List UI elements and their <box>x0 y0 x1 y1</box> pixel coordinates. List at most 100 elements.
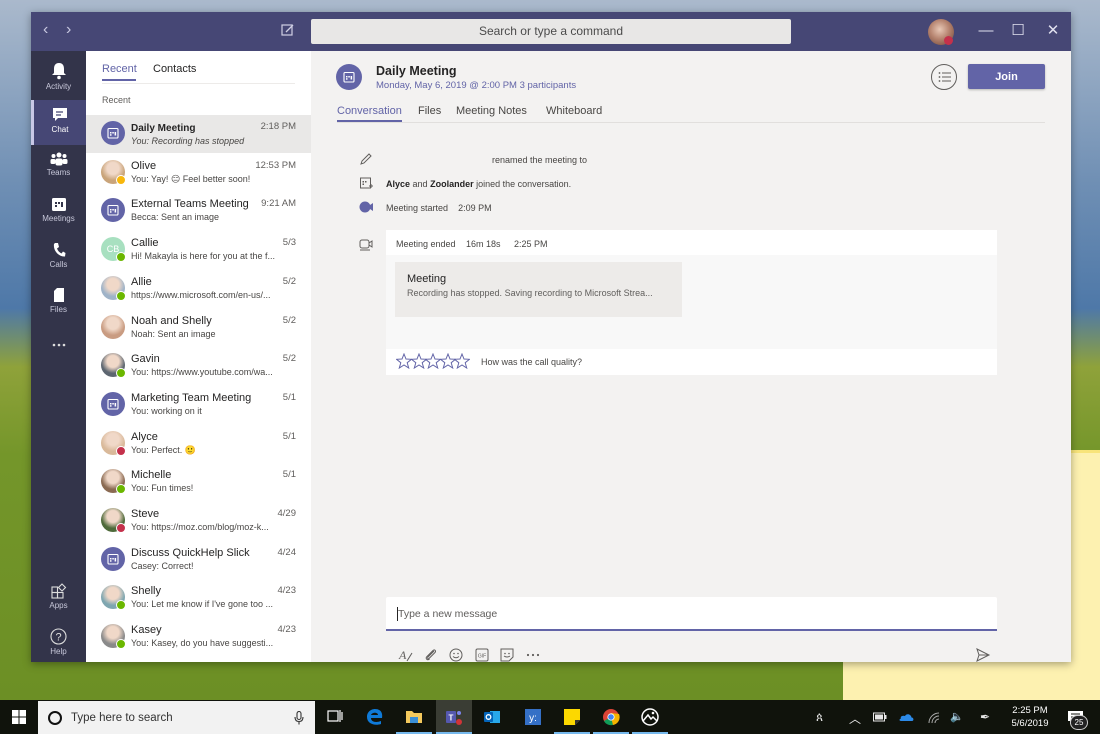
chat-list-item[interactable]: Kasey 4/23 You: Kasey, do you have suggest… <box>86 618 311 656</box>
taskbar-yammer[interactable]: y: <box>515 700 551 734</box>
sticker-icon[interactable] <box>499 647 515 662</box>
event-renamed: renamed the meeting to <box>492 155 588 165</box>
chat-list-item[interactable]: Noah and Shelly 5/2 Noah: Sent an image <box>86 309 311 347</box>
chat-list-item[interactable]: Steve 4/29 You: https://moz.com/blog/moz-k… <box>86 502 311 540</box>
more-options-icon[interactable] <box>525 647 541 662</box>
chat-preview: Casey: Correct! <box>131 560 194 571</box>
taskbar-chrome[interactable] <box>593 700 629 734</box>
ended-time: 2:25 PM <box>514 239 548 249</box>
joined-text: joined the conversation. <box>476 179 572 189</box>
participant-name[interactable]: Zoolander <box>430 179 474 189</box>
presence-busy-indicator <box>116 523 126 533</box>
emoji-icon[interactable] <box>448 647 464 662</box>
tab-conversation[interactable]: Conversation <box>337 105 402 117</box>
tab-recent[interactable]: Recent <box>102 63 137 75</box>
recording-status: Recording has stopped. Saving recording … <box>407 288 653 298</box>
taskbar-sticky-notes[interactable] <box>554 700 590 734</box>
taskbar-search-box[interactable]: Type here to search <box>38 701 315 734</box>
chat-list-item[interactable]: Gavin 5/2 You: https://www.youtube.com/wa.… <box>86 347 311 385</box>
taskbar-teams[interactable]: T <box>436 700 472 734</box>
microphone-icon[interactable] <box>294 711 304 725</box>
taskbar-edge[interactable] <box>357 700 393 734</box>
presence-available-indicator <box>116 639 126 650</box>
bell-icon <box>51 63 66 80</box>
format-icon[interactable]: A <box>398 647 414 662</box>
volume-icon[interactable]: 🔈 <box>950 710 964 723</box>
join-button[interactable]: Join <box>968 64 1045 89</box>
chat-list-item[interactable]: CB Callie 5/3 Hi! Makayla is here for you a… <box>86 231 311 269</box>
meeting-details[interactable]: Monday, May 6, 2019 @ 2:00 PM 3 particip… <box>376 80 576 91</box>
chat-list-item[interactable]: Michelle 5/1 You: Fun times! <box>86 463 311 501</box>
taskbar-photos[interactable] <box>632 700 668 734</box>
call-quality-rating: How was the call quality? <box>386 349 997 375</box>
chat-time: 5/2 <box>282 314 296 326</box>
calendar-icon <box>107 398 119 410</box>
chat-list-item[interactable]: External Teams Meeting 9:21 AM Becca: Sent… <box>86 192 311 230</box>
send-icon[interactable] <box>975 647 991 662</box>
tab-whiteboard[interactable]: Whiteboard <box>546 105 602 117</box>
close-button[interactable]: ✕ <box>1043 21 1063 41</box>
wifi-icon[interactable] <box>928 712 940 724</box>
chat-list-item[interactable]: Shelly 4/23 You: Let me know if I've gone … <box>86 579 311 617</box>
appbar-label: Apps <box>49 601 68 610</box>
windows-logo-icon <box>12 710 26 724</box>
appbar-apps[interactable]: Apps <box>31 576 86 621</box>
message-input[interactable]: Type a new message <box>386 597 997 631</box>
appbar-calls[interactable]: Calls <box>31 235 86 280</box>
appbar-teams[interactable]: Teams <box>31 145 86 190</box>
taskbar-outlook[interactable] <box>474 700 510 734</box>
chat-list-item[interactable]: Olive 12:53 PM You: Yay! 😑 Feel better soo… <box>86 154 311 192</box>
chat-name: Kasey <box>131 624 162 637</box>
started-time: 2:09 PM <box>458 203 492 213</box>
command-search-box[interactable]: Search or type a command <box>311 19 791 44</box>
calendar-add-icon <box>360 177 373 189</box>
svg-text:A: A <box>398 648 407 662</box>
appbar-more[interactable] <box>31 325 86 370</box>
appbar-help[interactable]: ? Help <box>31 621 86 662</box>
appbar-chat[interactable]: Chat <box>31 100 86 145</box>
meeting-details-button[interactable] <box>931 64 957 90</box>
calendar-icon <box>107 127 119 139</box>
appbar-meetings[interactable]: Meetings <box>31 190 86 235</box>
svg-text:y:: y: <box>529 713 537 724</box>
pen-workspace-icon[interactable]: ✒ <box>980 710 990 724</box>
gif-icon[interactable]: GIF <box>474 647 490 662</box>
taskbar-clock[interactable]: 2:25 PM 5/6/2019 <box>1000 704 1060 730</box>
chat-list-item[interactable]: Allie 5/2 https://www.microsoft.com/en-us/… <box>86 270 311 308</box>
chat-list-item[interactable]: Marketing Team Meeting 5/1 You: working on… <box>86 386 311 424</box>
recording-card[interactable]: Meeting Recording has stopped. Saving re… <box>395 262 682 317</box>
people-icon[interactable]: ጰ <box>816 710 823 725</box>
tab-files[interactable]: Files <box>418 105 441 117</box>
minimize-button[interactable]: — <box>976 21 996 41</box>
forward-arrow-icon[interactable]: › <box>66 21 71 39</box>
chat-preview: You: Fun times! <box>131 483 194 494</box>
chat-list-item[interactable]: Alyce 5/1 You: Perfect. 🙂 <box>86 425 311 463</box>
chat-list-item[interactable]: Discuss QuickHelp Slick 4/24 Casey: Correc… <box>86 541 311 579</box>
back-arrow-icon[interactable]: ‹ <box>43 21 48 39</box>
show-hidden-icons-chevron-icon[interactable]: ︿ <box>849 710 861 727</box>
chat-name: Gavin <box>131 353 160 366</box>
tab-meeting-notes[interactable]: Meeting Notes <box>456 105 527 117</box>
svg-text:GIF: GIF <box>478 654 486 660</box>
chat-name: Alyce <box>131 430 158 443</box>
tab-contacts[interactable]: Contacts <box>153 63 196 75</box>
avatar <box>101 314 125 339</box>
cortana-icon <box>48 711 62 725</box>
calendar-icon <box>343 71 355 83</box>
appbar-files[interactable]: Files <box>31 280 86 325</box>
task-view-button[interactable] <box>317 700 353 734</box>
rating-question: How was the call quality? <box>481 357 583 367</box>
new-chat-icon[interactable] <box>281 23 295 37</box>
start-button[interactable] <box>0 700 38 734</box>
chat-list-item[interactable]: Daily Meeting 2:18 PM You: Recording has s… <box>86 115 311 153</box>
participant-name[interactable]: Alyce <box>386 179 410 189</box>
chat-name: Noah and Shelly <box>131 314 212 327</box>
battery-icon[interactable] <box>873 712 887 722</box>
meeting-title: Daily Meeting <box>376 64 457 78</box>
attach-icon[interactable] <box>423 647 439 662</box>
taskbar-file-explorer[interactable] <box>396 700 432 734</box>
onedrive-icon[interactable] <box>898 712 914 722</box>
appbar-activity[interactable]: Activity <box>31 55 86 100</box>
maximize-button[interactable]: ☐ <box>1008 21 1028 41</box>
star-rating-icon[interactable] <box>454 353 470 369</box>
